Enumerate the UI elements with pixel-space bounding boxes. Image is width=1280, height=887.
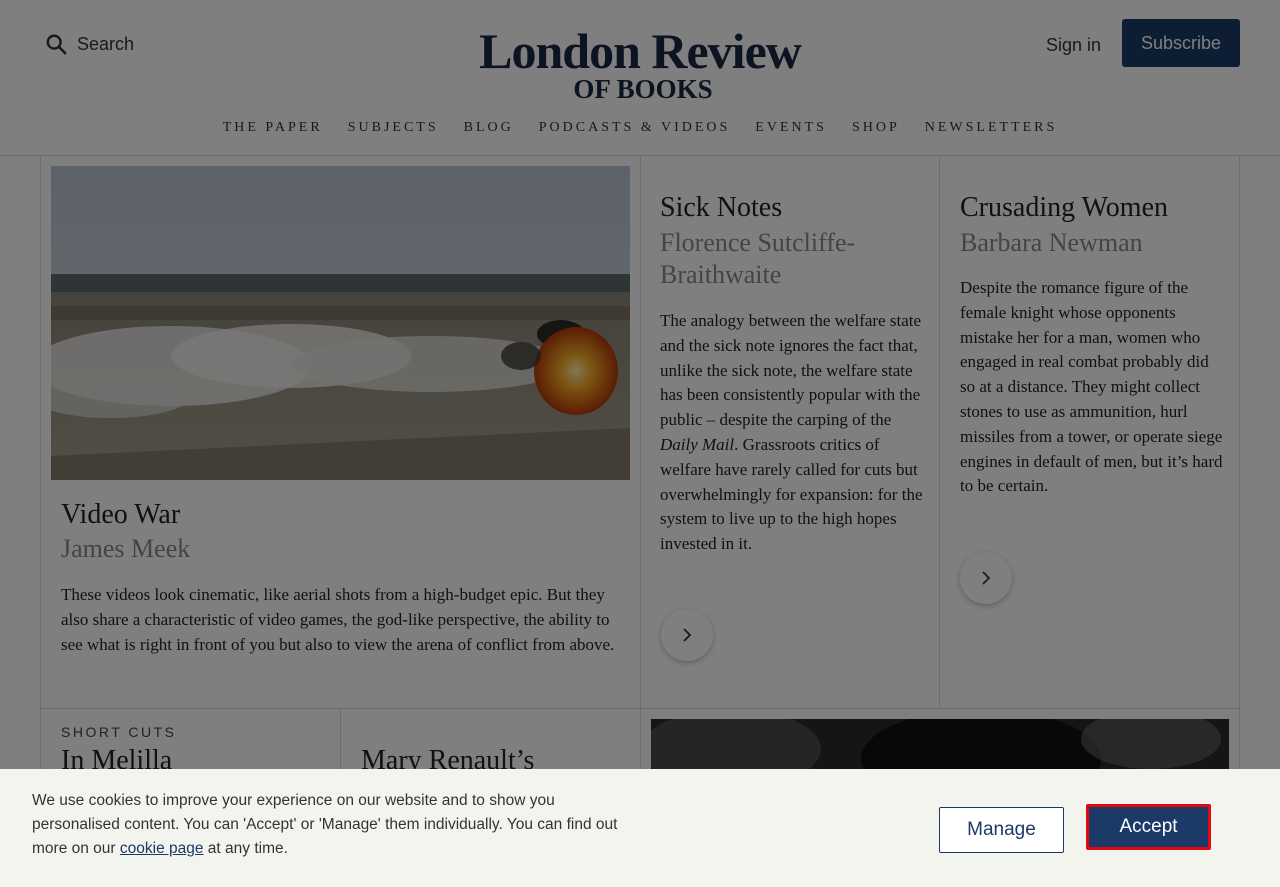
modal-overlay (0, 0, 1280, 887)
cookie-text: at any time. (203, 840, 288, 857)
manage-cookies-button[interactable]: Manage (939, 807, 1064, 853)
cookie-banner: We use cookies to improve your experienc… (0, 769, 1280, 887)
accept-cookies-button[interactable]: Accept (1086, 804, 1211, 850)
cookie-message: We use cookies to improve your experienc… (32, 789, 632, 861)
cookie-page-link[interactable]: cookie page (120, 840, 204, 857)
